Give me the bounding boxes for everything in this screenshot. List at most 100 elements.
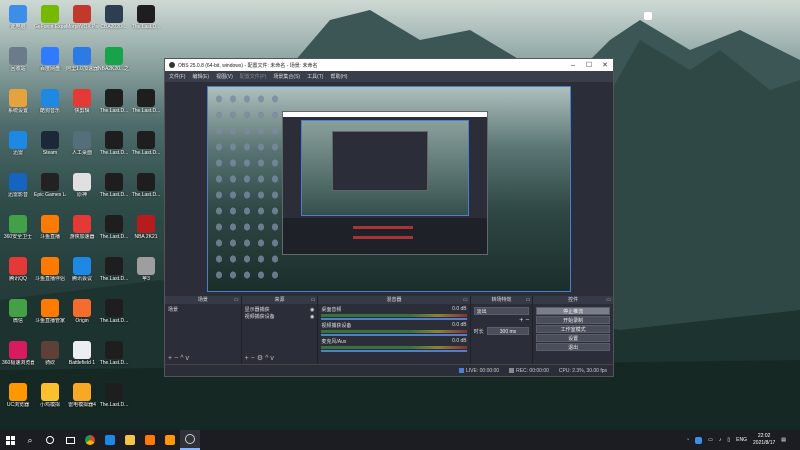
volume-slider[interactable]	[321, 334, 467, 336]
desktop-icon[interactable]: 原神	[66, 172, 98, 210]
taskbar-chrome[interactable]	[80, 430, 100, 450]
minimize-icon[interactable]: –	[565, 62, 581, 69]
menu-file[interactable]: 文件(F)	[169, 73, 185, 80]
settings-button[interactable]: 设置	[536, 334, 610, 342]
move-down-icon[interactable]: v	[270, 355, 276, 362]
desktop-icon[interactable]: 斗鱼直播	[34, 214, 66, 252]
dock-float-icon[interactable]: ▭	[311, 296, 316, 304]
menu-profile[interactable]: 配置文件(P)	[240, 73, 267, 80]
desktop-icon[interactable]: 骑砍	[34, 340, 66, 378]
desktop-icon[interactable]: 雷电模拟器4	[66, 382, 98, 420]
desktop-icon[interactable]: The.Last.D...	[130, 172, 162, 210]
volume-slider[interactable]	[321, 318, 467, 320]
cortana-button[interactable]	[40, 430, 60, 450]
desktop-icon[interactable]: CBA2020-...	[98, 4, 130, 42]
desktop-icon[interactable]: 此电脑	[2, 4, 34, 42]
maximize-icon[interactable]: ☐	[581, 61, 597, 69]
desktop-icon[interactable]: Epic Games Launcher	[34, 172, 66, 210]
transition-select[interactable]: 淡出	[473, 307, 530, 315]
desktop-icon[interactable]: The.Last.D...	[130, 130, 162, 168]
desktop-icon[interactable]: 腾讯会议	[66, 256, 98, 294]
desktop-icon[interactable]: Origin	[66, 298, 98, 336]
start-recording-button[interactable]: 开始录制	[536, 316, 610, 324]
search-button[interactable]: ⌕	[20, 430, 40, 450]
exit-button[interactable]: 退出	[536, 343, 610, 351]
desktop-icon[interactable]: MorphVOX Pro	[66, 4, 98, 42]
notification-icon[interactable]: ▤	[781, 437, 786, 443]
desktop-icon[interactable]: 360极速浏览器	[2, 340, 34, 378]
desktop-icon[interactable]: The.Last.D...	[98, 340, 130, 378]
dock-float-icon[interactable]: ▭	[234, 296, 239, 304]
desktop-icon[interactable]: 百度网盘	[34, 46, 66, 84]
desktop-icon[interactable]: NBA 2K21	[130, 214, 162, 252]
volume-icon[interactable]: ♪	[719, 437, 722, 443]
desktop-icon[interactable]: UC浏览器	[2, 382, 34, 420]
obs-titlebar[interactable]: OBS 25.0.8 (64-bit, windows) - 配置文件: 未命名…	[165, 59, 613, 71]
taskbar-app[interactable]	[100, 430, 120, 450]
menu-view[interactable]: 视图(V)	[216, 73, 233, 80]
menu-scene-collection[interactable]: 场景集合(S)	[273, 73, 300, 80]
desktop-icon[interactable]: Battlefield 1	[66, 340, 98, 378]
desktop-icon[interactable]: 小鸡模拟	[34, 382, 66, 420]
desktop-icon[interactable]: 微信	[2, 298, 34, 336]
visibility-eye-icon[interactable]: ◉	[310, 314, 314, 320]
desktop-icon[interactable]: 快剪辑	[66, 88, 98, 126]
desktop-icon[interactable]: The.Last.D...	[98, 382, 130, 420]
desktop-icon[interactable]: 人工桌面	[66, 130, 98, 168]
input-language[interactable]: ENG	[736, 437, 747, 443]
taskbar-obs[interactable]	[180, 430, 200, 450]
studio-mode-button[interactable]: 工作室模式	[536, 325, 610, 333]
network-icon[interactable]: ▭	[708, 437, 713, 443]
source-settings-gear-icon[interactable]: ⚙	[257, 355, 265, 362]
source-item[interactable]: 视频捕获设备 ◉	[245, 313, 315, 321]
desktop-icon[interactable]: The.Last.D...	[98, 130, 130, 168]
volume-slider[interactable]	[321, 350, 467, 352]
battery-icon[interactable]: ▯	[727, 437, 730, 443]
dock-float-icon[interactable]: ▭	[463, 296, 468, 304]
desktop-icon[interactable]: 360安全卫士	[2, 214, 34, 252]
desktop-icon[interactable]: 系统设置	[2, 88, 34, 126]
source-item[interactable]: 显示器捕获 ◉	[245, 306, 315, 314]
desktop-icon[interactable]: 酷狗音乐	[34, 88, 66, 126]
move-down-icon[interactable]: v	[185, 355, 191, 362]
desktop-icon[interactable]: The.Last.D...	[98, 256, 130, 294]
desktop-icon[interactable]: The.Last.D...	[98, 172, 130, 210]
preview-canvas[interactable]	[207, 86, 571, 292]
desktop-icon[interactable]: 苹3	[130, 256, 162, 294]
desktop-icon[interactable]: GeForce Experience	[34, 4, 66, 42]
stop-streaming-button[interactable]: 停止推流	[536, 307, 610, 315]
desktop-icon[interactable]: 腾讯QQ	[2, 256, 34, 294]
desktop-icon[interactable]: The.Last.D...	[98, 214, 130, 252]
desktop-icon[interactable]: 斗鱼直播管家	[34, 298, 66, 336]
scene-item[interactable]: 场景	[168, 306, 238, 313]
desktop-icon[interactable]: 斗鱼直播伴侣	[34, 256, 66, 294]
wifi-icon[interactable]: ◔	[686, 437, 689, 443]
task-view-button[interactable]	[60, 430, 80, 450]
menu-edit[interactable]: 编辑(E)	[192, 73, 209, 80]
desktop-icon[interactable]: 回收站	[2, 46, 34, 84]
desktop-icon[interactable]: 游侠加速器	[66, 214, 98, 252]
menu-help[interactable]: 帮助(H)	[330, 73, 347, 80]
desktop-icon[interactable]: 阿里1.0加速器	[66, 46, 98, 84]
desktop-widget-icon[interactable]	[644, 12, 652, 20]
clock[interactable]: 22:02 2021/8/17	[753, 433, 775, 447]
desktop-icon[interactable]: 迅雷	[2, 130, 34, 168]
dock-float-icon[interactable]: ▭	[526, 296, 531, 304]
desktop-icon[interactable]: 迅雷影音	[2, 172, 34, 210]
taskbar-app[interactable]	[140, 430, 160, 450]
visibility-eye-icon[interactable]: ◉	[310, 307, 314, 313]
menu-tools[interactable]: 工具(T)	[307, 73, 323, 80]
taskbar-app[interactable]	[160, 430, 180, 450]
close-icon[interactable]: ✕	[597, 61, 613, 69]
desktop-icon[interactable]: The.Last.D...	[98, 298, 130, 336]
transition-add-remove[interactable]: + −	[474, 317, 529, 324]
desktop-icon[interactable]: The.Last.D...	[130, 88, 162, 126]
desktop-icon[interactable]: NBA2K20...之增强版	[98, 46, 130, 84]
desktop-icon[interactable]: The.Last.D...	[98, 88, 130, 126]
taskbar-explorer[interactable]	[120, 430, 140, 450]
start-button[interactable]	[0, 430, 20, 450]
desktop-icon[interactable]: Steam	[34, 130, 66, 168]
dock-float-icon[interactable]: ▭	[606, 296, 611, 304]
desktop-icon[interactable]: The.Last.D...	[130, 4, 162, 42]
app-tray-icon[interactable]	[695, 436, 703, 444]
